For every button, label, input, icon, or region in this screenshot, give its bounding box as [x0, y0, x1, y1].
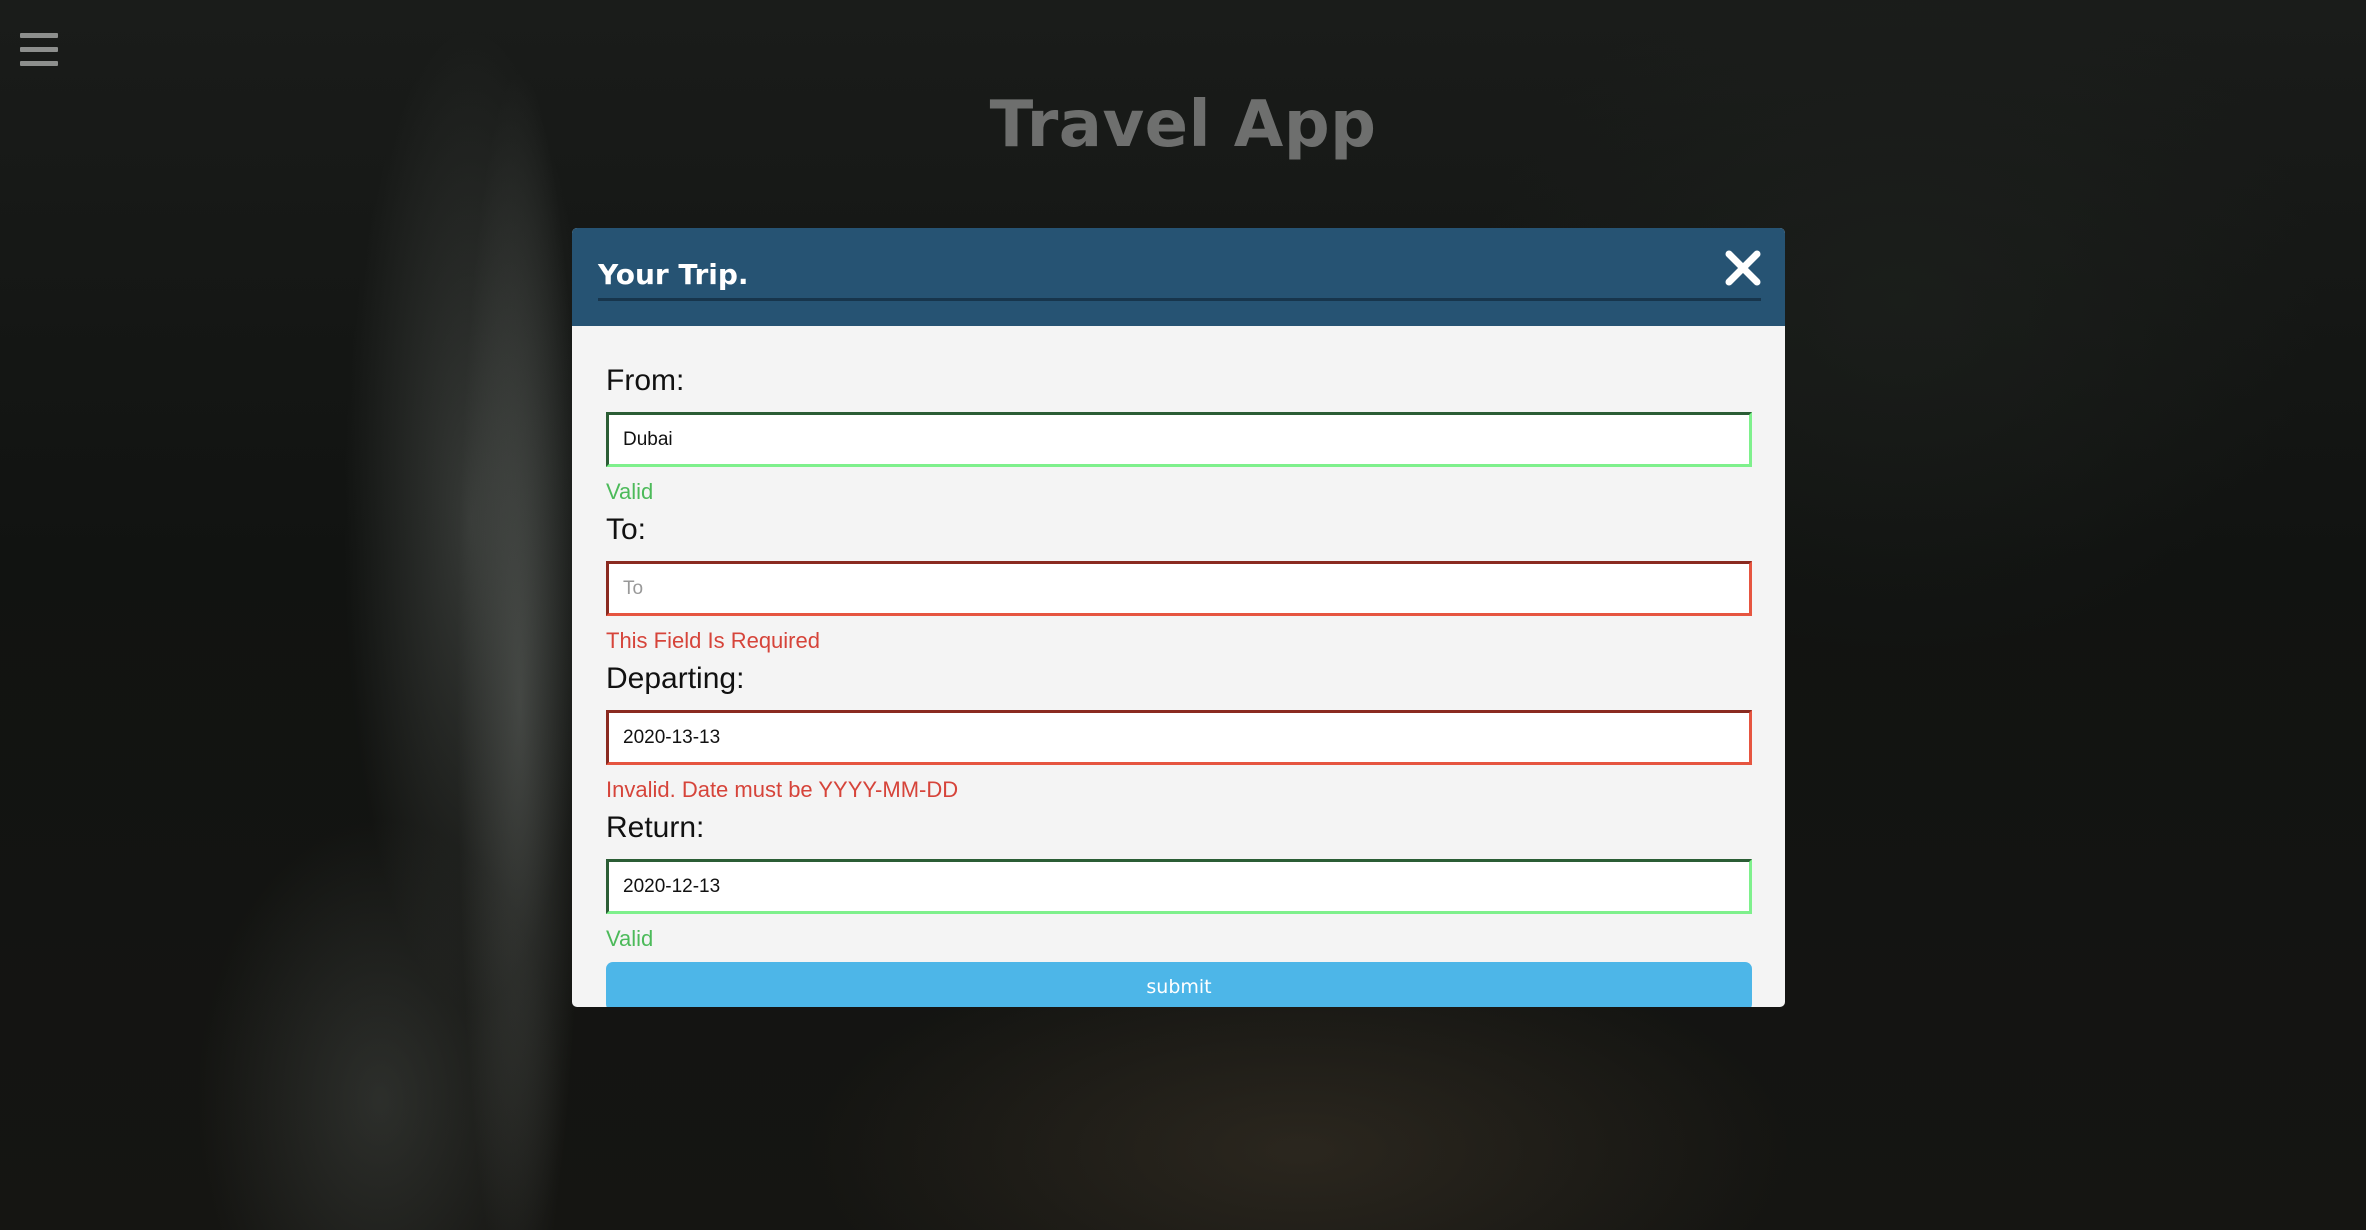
from-validation-message: Valid	[606, 479, 654, 504]
app-title: Travel App	[989, 88, 1377, 162]
to-label: To:	[606, 513, 647, 546]
departing-validation-message: Invalid. Date must be YYYY-MM-DD	[606, 777, 959, 802]
modal-title: Your Trip.	[598, 258, 749, 291]
return-label: Return:	[606, 811, 705, 844]
trip-modal: Your Trip. From: Valid To: This Field Is…	[572, 228, 1785, 1007]
departing-input[interactable]	[606, 710, 1752, 765]
submit-button[interactable]: submit	[606, 962, 1752, 1007]
trip-form: From: Valid To: This Field Is Required D…	[572, 326, 1785, 1007]
to-input[interactable]	[606, 561, 1752, 616]
departing-label: Departing:	[606, 662, 745, 695]
page: Travel App Your Trip. From: Valid To: Th…	[0, 0, 2366, 1230]
to-validation-message: This Field Is Required	[606, 628, 820, 653]
from-label: From:	[606, 364, 685, 397]
return-input[interactable]	[606, 859, 1752, 914]
close-icon[interactable]	[1721, 246, 1765, 290]
hamburger-menu-icon[interactable]	[20, 33, 58, 69]
header-divider	[598, 298, 1761, 301]
from-input[interactable]	[606, 412, 1752, 467]
return-validation-message: Valid	[606, 926, 654, 951]
modal-header: Your Trip.	[572, 228, 1785, 326]
